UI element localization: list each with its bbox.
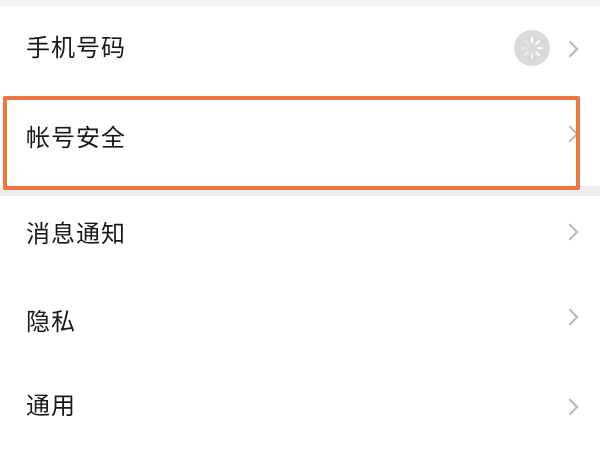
settings-screen: 手机号码 帐号安全 消息通知 隐私 通用	[0, 0, 600, 450]
settings-item-label: 隐私	[26, 308, 76, 336]
settings-item-label: 通用	[26, 392, 76, 420]
settings-item-label: 帐号安全	[26, 124, 126, 152]
chevron-right-icon	[561, 398, 579, 416]
settings-item-general[interactable]: 通用	[0, 364, 600, 450]
settings-item-notifications[interactable]: 消息通知	[0, 196, 600, 280]
settings-item-label: 消息通知	[26, 220, 126, 248]
chevron-right-icon	[561, 125, 579, 143]
settings-item-label: 手机号码	[26, 34, 126, 62]
settings-item-privacy[interactable]: 隐私	[0, 280, 600, 364]
chevron-right-icon	[561, 308, 579, 326]
chevron-right-icon	[561, 40, 579, 58]
chevron-right-icon	[561, 223, 579, 241]
loading-spinner-icon	[514, 30, 550, 66]
settings-item-phone-number[interactable]: 手机号码	[0, 6, 600, 90]
settings-item-account-security[interactable]: 帐号安全	[0, 90, 600, 186]
